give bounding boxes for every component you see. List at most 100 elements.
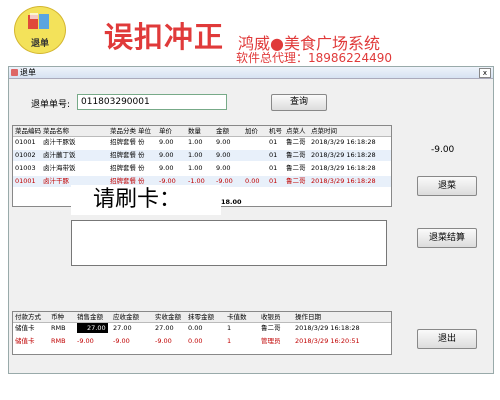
table-cell: 1.00 xyxy=(188,138,203,146)
table-cell: 2018/3/29 16:18:28 xyxy=(311,177,376,185)
table-cell: 0.00 xyxy=(188,337,203,345)
dish-total: 18.00 xyxy=(221,198,242,206)
column-header[interactable]: 金额 xyxy=(216,126,229,136)
close-button[interactable]: x xyxy=(479,68,491,78)
table-cell: 2018/3/29 16:18:28 xyxy=(311,151,376,159)
table-cell: 01 xyxy=(269,138,278,146)
column-header[interactable]: 菜品分类 xyxy=(110,126,136,136)
column-header[interactable]: 付款方式 xyxy=(15,312,41,322)
table-cell: 27.00 xyxy=(113,324,132,332)
table-row[interactable]: 01003 卤汁海带饭 招牌套餐份 9.00 1.00 9.00 01 鲁二哥 2018/3/2… xyxy=(13,163,391,174)
column-header[interactable]: 应收金额 xyxy=(113,312,139,322)
table-cell: 9.00 xyxy=(159,164,174,172)
table-cell: 鲁二哥 xyxy=(286,164,306,172)
table-cell: 01001 xyxy=(15,138,36,146)
table-cell: 储值卡 xyxy=(15,324,35,332)
table-cell: 招牌套餐 xyxy=(110,164,136,172)
banner-title: 误扣冲正 xyxy=(104,20,225,54)
table-cell: 01 xyxy=(269,164,278,172)
table-cell: 9.00 xyxy=(216,138,231,146)
table-row[interactable]: 储值卡 RMB -9.00 -9.00 -9.00 0.00 1 管理员 2018/3/29 1… xyxy=(13,336,391,347)
table-cell: -9.00 xyxy=(77,337,94,345)
table-cell: 招牌套餐 xyxy=(110,138,136,146)
table-cell: 份 xyxy=(138,164,145,172)
table-cell: 鲁二哥 xyxy=(286,138,306,146)
table-cell: 储值卡 xyxy=(15,337,35,345)
column-header[interactable]: 菜品编码 xyxy=(15,126,41,136)
logo: 退单 xyxy=(14,6,66,54)
payment-table-header: 付款方式 币种 销售金额 应收金额 实收金额 抹零金额 卡值数 收银员 操作日期 xyxy=(13,312,391,323)
return-checkout-button[interactable]: 退菜结算 xyxy=(417,228,477,248)
column-header[interactable]: 加价 xyxy=(245,126,258,136)
table-row[interactable]: 01001 卤汁干豚饭 招牌套餐份 9.00 1.00 9.00 01 鲁二哥 2018/3/2… xyxy=(13,137,391,148)
table-cell: 卤汁海带饭 xyxy=(43,164,76,172)
return-dish-button[interactable]: 退菜 xyxy=(417,176,477,196)
table-cell: 01 xyxy=(269,151,278,159)
column-header[interactable]: 点菜时间 xyxy=(311,126,337,136)
column-header[interactable]: 操作日期 xyxy=(295,312,321,322)
column-header[interactable]: 单价 xyxy=(159,126,172,136)
column-header[interactable]: 币种 xyxy=(51,312,64,322)
payment-table: 付款方式 币种 销售金额 应收金额 实收金额 抹零金额 卡值数 收银员 操作日期 储值卡 RMB 2… xyxy=(12,311,392,355)
column-header[interactable]: 抹零金额 xyxy=(188,312,214,322)
column-header[interactable]: 单位 xyxy=(138,126,151,136)
table-cell: 0.00 xyxy=(188,324,203,332)
table-cell: 1.00 xyxy=(188,164,203,172)
table-cell: 份 xyxy=(138,151,145,159)
table-cell: 2018/3/29 16:20:51 xyxy=(295,337,360,345)
table-cell: 鲁二哥 xyxy=(286,177,306,185)
column-header[interactable]: 销售金额 xyxy=(77,312,103,322)
banner-agent: 软件总代理：18986224490 xyxy=(236,51,392,65)
table-cell: 01003 xyxy=(15,164,36,172)
table-cell: 9.00 xyxy=(159,151,174,159)
column-header[interactable]: 菜品名称 xyxy=(43,126,69,136)
table-cell: 卤汁干豚 xyxy=(43,177,69,185)
column-header[interactable]: 数量 xyxy=(188,126,201,136)
column-header[interactable]: 收银员 xyxy=(261,312,281,322)
table-cell: 管理员 xyxy=(261,337,281,345)
table-cell: 卤汁蘸丁饭 xyxy=(43,151,76,159)
table-cell: 01 xyxy=(269,177,278,185)
table-cell: 1.00 xyxy=(188,151,203,159)
table-cell: -9.00 xyxy=(155,337,172,345)
column-header[interactable]: 实收金额 xyxy=(155,312,181,322)
table-cell: 2018/3/29 16:18:28 xyxy=(295,324,360,332)
card-input[interactable] xyxy=(71,220,387,266)
table-cell: 01001 xyxy=(15,177,36,185)
logo-label: 退单 xyxy=(30,39,49,49)
refund-window: 退单 x 退单单号: 011803290001 查询 菜品编码 菜品名称 菜品分类单… xyxy=(8,66,494,374)
table-cell: 卤汁干豚饭 xyxy=(43,138,76,146)
table-cell: 鲁二哥 xyxy=(286,151,306,159)
refund-amount: -9.00 xyxy=(431,145,455,155)
column-header[interactable]: 机号 xyxy=(269,126,282,136)
table-cell: RMB xyxy=(51,337,66,345)
order-number-label: 退单单号: xyxy=(31,100,71,110)
table-cell: 招牌套餐 xyxy=(110,151,136,159)
table-cell: 鲁二哥 xyxy=(261,324,281,332)
table-cell: -9.00 xyxy=(113,337,130,345)
swipe-card-prompt: 请刷卡： xyxy=(71,185,221,215)
window-title: 退单 xyxy=(20,68,36,77)
table-cell: 2018/3/29 16:18:28 xyxy=(311,138,376,146)
table-cell: 9.00 xyxy=(216,164,231,172)
table-row[interactable]: 01002 卤汁蘸丁饭 招牌套餐份 9.00 1.00 9.00 01 鲁二哥 2018/3/2… xyxy=(13,150,391,161)
table-cell: 1 xyxy=(227,337,232,345)
window-icon xyxy=(11,69,18,76)
table-cell: 份 xyxy=(138,138,145,146)
table-cell: 0.00 xyxy=(245,177,260,185)
table-cell: 27.00 xyxy=(77,323,108,333)
table-row[interactable]: 储值卡 RMB 27.00 27.00 27.00 0.00 1 鲁二哥 2018/3/29 1… xyxy=(13,323,391,334)
book-icon xyxy=(28,13,49,29)
order-number-input[interactable]: 011803290001 xyxy=(77,94,227,110)
exit-button[interactable]: 退出 xyxy=(417,329,477,349)
column-header[interactable]: 点菜人 xyxy=(286,126,306,136)
table-cell: 27.00 xyxy=(155,324,174,332)
table-cell: 01002 xyxy=(15,151,36,159)
table-cell: 9.00 xyxy=(159,138,174,146)
dish-table-header: 菜品编码 菜品名称 菜品分类 单位 单价 数量 金额 加价 机号 点菜人 点菜时间 xyxy=(13,126,391,137)
query-button[interactable]: 查询 xyxy=(271,94,327,111)
window-titlebar: 退单 x xyxy=(9,67,493,79)
table-cell: RMB xyxy=(51,324,66,332)
column-header[interactable]: 卡值数 xyxy=(227,312,247,322)
table-cell: 1 xyxy=(227,324,232,332)
